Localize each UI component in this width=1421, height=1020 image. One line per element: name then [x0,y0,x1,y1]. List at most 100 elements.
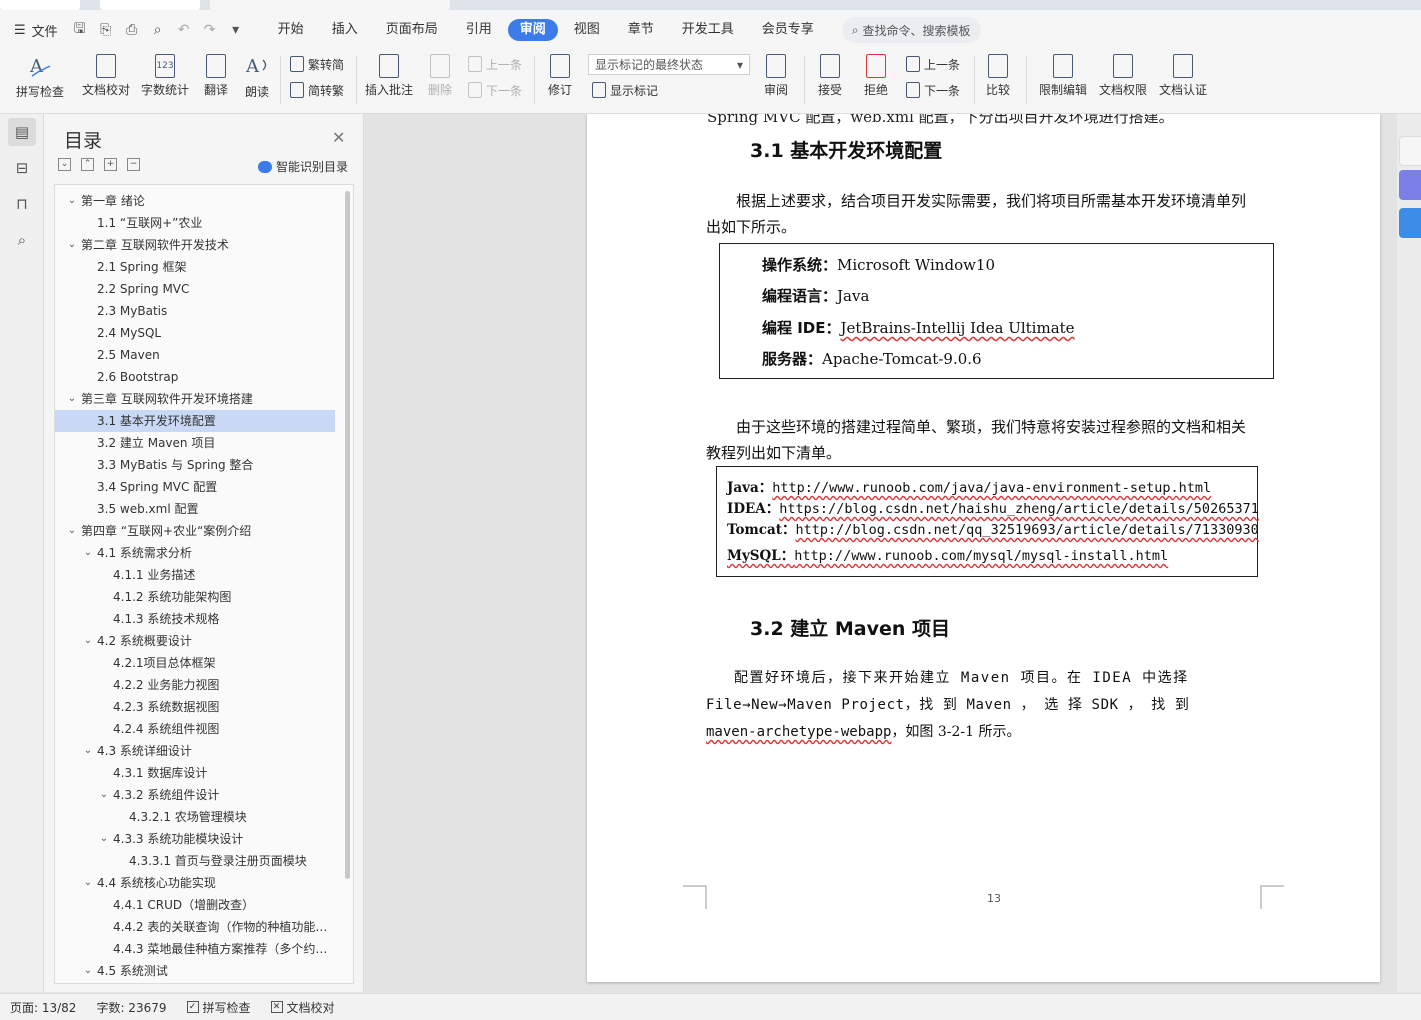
search-icon[interactable]: ⌕ [8,226,36,254]
bookmark-icon[interactable]: ⊓ [8,190,36,218]
toc-item[interactable]: 4.2.4 系统组件视图 [55,718,335,740]
status-doc-proof[interactable]: ✕ 文档校对 [261,999,345,1016]
tab-start[interactable]: 开始 [266,19,316,41]
toc-item[interactable]: ⌄ 第三章 互联网软件开发环境搭建 [55,388,335,410]
reject-button[interactable]: 拒绝 [858,52,894,104]
toc-item[interactable]: 2.5 Maven [55,344,335,366]
toc-item[interactable]: ⌄ 4.2 系统概要设计 [55,630,335,652]
toc-item[interactable]: 2.4 MySQL [55,322,335,344]
toc-item[interactable]: 4.4.2 表的关联查询（作物的种植功能实现） [55,916,335,938]
toc-item[interactable]: ⌄ 4.3.3 系统功能模块设计 [55,828,335,850]
collapse-toolbar-icon[interactable] [1399,136,1421,166]
toc-item[interactable]: 2.1 Spring 框架 [55,256,335,278]
toc-item[interactable]: 4.2.2 业务能力视图 [55,674,335,696]
restrict-edit-button[interactable]: 限制编辑 [1036,52,1090,104]
chevron-down-icon[interactable]: ⌄ [82,872,94,894]
link-mysql[interactable]: MySQL：http://www.runoob.com/mysql/mysql-… [727,544,1168,564]
tab-current-doc[interactable] [210,0,450,10]
toc-scrollbar[interactable] [345,191,350,879]
toc-item[interactable]: 4.4.3 菜地最佳种植方案推荐（多个约束条件） [55,938,335,960]
next-comment-button[interactable]: 下一条 [468,80,522,100]
outline-panel-icon[interactable]: ▤ [8,118,36,146]
toc-item[interactable]: 4.2.3 系统数据视图 [55,696,335,718]
tab-doc-2[interactable] [100,0,200,10]
compare-button[interactable]: 比较 [980,52,1016,104]
sections-icon[interactable]: ⊟ [8,154,36,182]
chevron-down-icon[interactable]: ⌄ [82,740,94,762]
toc-item[interactable]: ⌄ 第一章 绪论 [55,190,335,212]
chevron-down-icon[interactable]: ⌄ [98,828,110,850]
chevron-down-icon[interactable]: ⌄ [82,960,94,982]
word-count-button[interactable]: 123 字数统计 [138,52,192,104]
track-changes-button[interactable]: 修订 [540,52,580,104]
toc-item[interactable]: 4.4.1 CRUD（增删改查） [55,894,335,916]
toc-item[interactable]: 4.2.1项目总体框架 [55,652,335,674]
chevron-down-icon[interactable]: ⌄ [82,542,94,564]
doc-permission-button[interactable]: 文档权限 [1096,52,1150,104]
toc-item[interactable]: 2.2 Spring MVC [55,278,335,300]
tab-page-layout[interactable]: 页面布局 [374,19,450,41]
customize-chevron-icon[interactable]: ▾ [226,22,246,38]
toc-item[interactable]: ⌄ 第四章 “互联网+农业“案例介绍 [55,520,335,542]
prev-comment-button[interactable]: 上一条 [468,54,522,74]
collapse-all-icon[interactable]: ⌄ [58,158,71,171]
toc-item[interactable]: 3.4 Spring MVC 配置 [55,476,335,498]
toc-item[interactable]: ⌄ 4.4 系统核心功能实现 [55,872,335,894]
redo-icon[interactable]: ↷ [200,22,220,38]
toc-item[interactable]: 4.1.2 系统功能架构图 [55,586,335,608]
tab-home-doc[interactable] [0,0,80,10]
toc-item[interactable]: 4.1.1 业务描述 [55,564,335,586]
tab-section[interactable]: 章节 [616,19,666,41]
show-markup-button[interactable]: 显示标记 [592,80,658,100]
toc-item[interactable]: ⌄ 4.1 系统需求分析 [55,542,335,564]
spell-check-button[interactable]: A 拼写检查 [10,52,70,104]
markup-state-select[interactable]: 显示标记的最终状态 ▾ [588,54,750,75]
page-indicator[interactable]: 页面: 13/82 [0,999,86,1016]
toc-item[interactable]: ⌄ 4.3.2 系统组件设计 [55,784,335,806]
prev-change-button[interactable]: 上一条 [906,54,960,74]
word-count-indicator[interactable]: 字数: 23679 [86,999,176,1016]
status-spell-check[interactable]: ✓ 拼写检查 [177,999,261,1016]
doc-certify-button[interactable]: 文档认证 [1156,52,1210,104]
link-tomcat[interactable]: Tomcat：http://blog.csdn.net/qq_32519693/… [727,518,1259,538]
tab-references[interactable]: 引用 [454,19,504,41]
toc-item[interactable]: 2.3 MyBatis [55,300,335,322]
to-traditional-button[interactable]: 繁转简 [290,54,344,74]
toc-item[interactable]: 3.3 MyBatis 与 Spring 整合 [55,454,335,476]
tab-member[interactable]: 会员专享 [750,19,826,41]
print-icon[interactable]: ⎙ [122,22,142,38]
chevron-down-icon[interactable]: ⌄ [66,388,78,410]
close-icon[interactable]: ✕ [332,128,345,147]
export-icon[interactable]: ⎘ [96,22,116,38]
doc-proof-button[interactable]: 文档校对 [80,52,132,104]
edit-assistant-icon[interactable] [1399,208,1421,238]
link-idea[interactable]: IDEA：https://blog.csdn.net/haishu_zheng/… [727,497,1259,517]
toc-item[interactable]: 3.2 建立 Maven 项目 [55,432,335,454]
remove-heading-icon[interactable]: − [127,158,140,171]
expand-all-icon[interactable]: ⌃ [81,158,94,171]
toc-item[interactable]: ⌄ 4.5 系统测试 [55,960,335,982]
toc-item[interactable]: ⌄ 第二章 互联网软件开发技术 [55,234,335,256]
chevron-down-icon[interactable]: ⌄ [66,190,78,212]
chevron-down-icon[interactable]: ⌄ [66,520,78,542]
tab-view[interactable]: 视图 [562,19,612,41]
insert-comment-button[interactable]: 插入批注 [362,52,416,104]
file-menu[interactable]: ☰ 文件 [0,15,70,45]
toc-item[interactable]: 4.3.3.1 首页与登录注册页面模块 [55,850,335,872]
tab-developer[interactable]: 开发工具 [670,19,746,41]
save-icon[interactable]: 🖫 [70,18,90,42]
undo-icon[interactable]: ↶ [174,22,194,38]
next-change-button[interactable]: 下一条 [906,80,960,100]
toc-item[interactable]: 4.1.3 系统技术规格 [55,608,335,630]
accept-button[interactable]: 接受 [812,52,848,104]
read-aloud-button[interactable]: A 朗读 [242,52,272,104]
link-java[interactable]: Java：http://www.runoob.com/java/java-env… [727,476,1211,496]
tab-review[interactable]: 审阅 [507,19,558,41]
chevron-down-icon[interactable]: ⌄ [98,784,110,806]
smart-toc-button[interactable]: 智能识别目录 [258,158,348,175]
command-search[interactable]: ⌕ 查找命令、搜索模板 [841,17,981,43]
document-page[interactable]: Spring MVC 配置，web.xml 配置，下分出项目开发环境进行搭建。 … [587,114,1380,982]
toc-item[interactable]: 3.5 web.xml 配置 [55,498,335,520]
chevron-down-icon[interactable]: ⌄ [82,630,94,652]
add-heading-icon[interactable]: + [104,158,117,171]
